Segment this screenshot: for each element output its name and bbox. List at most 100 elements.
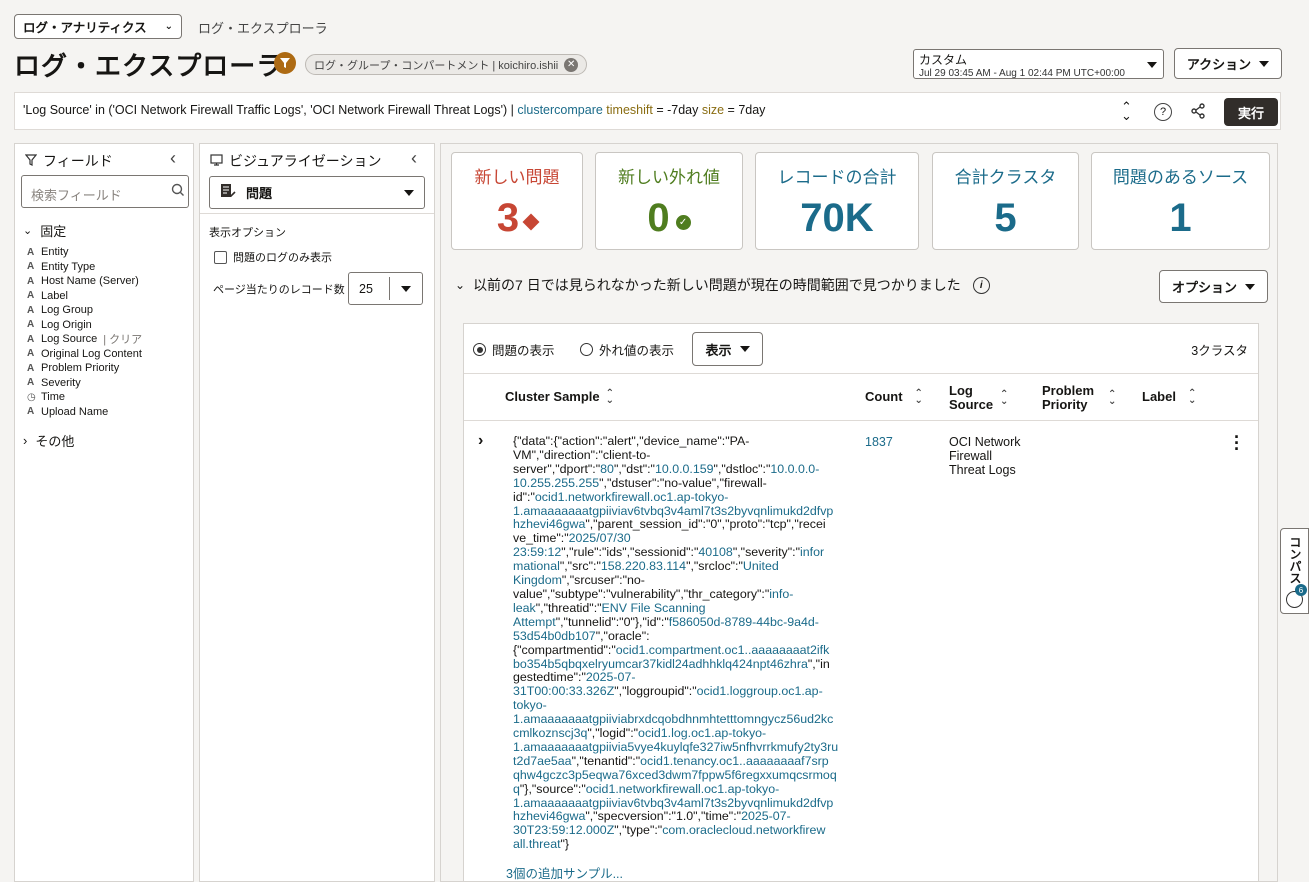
tile-total-clusters[interactable]: 合計クラスタ 5 <box>932 152 1079 250</box>
cluster-sample-text[interactable]: {"data":{"action":"alert","device_name":… <box>513 434 838 852</box>
field-label: Entity Type <box>41 260 96 273</box>
chevron-down-icon: ⌄ <box>455 278 466 292</box>
field-label: Severity <box>41 376 81 389</box>
table-header: Cluster Sample ⌃ ⌄ Count ⌃ ⌄ Log Source ⌃ ⌄ Pr… <box>464 373 1258 421</box>
column-label: Label <box>1142 389 1176 404</box>
radio-show-problems[interactable]: 問題の表示 <box>473 340 555 359</box>
app-select[interactable]: ログ・アナリティクス ⌄ <box>14 14 182 39</box>
radio-show-outliers[interactable]: 外れ値の表示 <box>580 340 674 359</box>
more-samples-link[interactable]: 3個の追加サンプル... <box>506 863 623 882</box>
radio-unselected[interactable] <box>580 343 593 356</box>
divider <box>389 277 390 300</box>
caret-down-icon <box>401 285 411 292</box>
field-label: Label <box>41 289 68 302</box>
field-list: A Entity A Entity Type A Host Name (Server)… <box>27 245 192 419</box>
clear-link[interactable]: | クリア <box>103 331 142 347</box>
viz-header: ビジュアライゼーション <box>210 151 381 171</box>
field-item[interactable]: ◷ Time <box>27 390 192 405</box>
text-type-icon: A <box>27 275 35 287</box>
field-search-input[interactable]: 検索フィールド <box>21 175 189 208</box>
tile-value: 1 <box>1169 196 1192 240</box>
time-range-select[interactable]: カスタム Jul 29 03:45 AM - Aug 1 02:44 PM UT… <box>913 49 1164 79</box>
scope-chip[interactable]: ログ・グループ・コンパートメント | koichiro.ishii ✕ <box>305 54 588 75</box>
column-header-count[interactable]: Count ⌃ ⌄ <box>865 389 923 406</box>
text-type-icon: A <box>27 246 35 258</box>
row-menu-icon[interactable]: · · · <box>1234 428 1240 458</box>
notification-badge: 6 <box>1295 584 1307 596</box>
text-type-icon: A <box>27 377 35 389</box>
compass-tab[interactable]: コンパス 6 <box>1280 528 1309 614</box>
app-select-label: ログ・アナリティクス <box>23 21 147 35</box>
field-item[interactable]: A Upload Name <box>27 405 192 420</box>
tile-problem-sources[interactable]: 問題のあるソース 1 <box>1091 152 1270 250</box>
expand-row-icon[interactable]: › <box>478 432 483 450</box>
tile-title: 合計クラスタ <box>954 168 1057 187</box>
collapse-panel-icon[interactable]: ‹ <box>170 148 176 169</box>
options-label: オプション <box>1171 280 1237 295</box>
viz-select[interactable]: 問題 <box>209 176 425 209</box>
field-label: Upload Name <box>41 405 109 418</box>
field-item[interactable]: A Severity <box>27 376 192 391</box>
help-icon[interactable]: ? <box>1154 103 1172 121</box>
breadcrumb[interactable]: ログ・エクスプローラ <box>198 18 328 37</box>
info-icon[interactable]: i <box>972 276 990 294</box>
column-header-problem-priority[interactable]: Problem Priority ⌃ ⌄ <box>1042 384 1116 412</box>
field-item[interactable]: A Problem Priority <box>27 361 192 376</box>
section-heading[interactable]: ⌄ 以前の7 日では見られなかった新しい問題が現在の時間範囲で見つかりました i <box>455 275 990 295</box>
field-item[interactable]: A Host Name (Server) <box>27 274 192 289</box>
tile-value: 5 <box>994 196 1017 240</box>
field-item[interactable]: A Label <box>27 289 192 304</box>
field-item[interactable]: A Entity <box>27 245 192 260</box>
actions-button[interactable]: アクション <box>1174 48 1282 79</box>
run-button[interactable]: 実行 <box>1224 98 1278 126</box>
count-link[interactable]: 1837 <box>865 435 893 449</box>
text-type-icon: A <box>27 319 35 331</box>
compass-label: コンパス <box>1288 536 1302 584</box>
field-item[interactable]: A Log Origin <box>27 318 192 333</box>
chevron-down-icon: ⌄ <box>164 21 173 32</box>
other-group-toggle[interactable]: › その他 <box>23 431 74 450</box>
fields-panel: フィールド ‹ 検索フィールド ⌄ 固定 A Entity A Entity Typ… <box>14 143 194 882</box>
field-item[interactable]: A Original Log Content <box>27 347 192 362</box>
column-header-log-source[interactable]: Log Source ⌃ ⌄ <box>949 384 1008 412</box>
checkbox-box[interactable] <box>214 250 227 264</box>
text-type-icon: A <box>27 290 35 302</box>
log-source-cell: OCI Network Firewall Threat Logs <box>949 435 1021 477</box>
field-item[interactable]: A Log Group <box>27 303 192 318</box>
field-label: Time <box>41 391 66 404</box>
tile-value: 0 <box>647 196 670 240</box>
filter-icon[interactable] <box>274 52 296 74</box>
column-header-label[interactable]: Label ⌃ ⌄ <box>1142 389 1196 406</box>
options-button[interactable]: オプション <box>1159 270 1268 303</box>
expand-icon[interactable]: ⌃ ⌄ <box>1121 100 1132 122</box>
radio-selected[interactable] <box>473 343 486 356</box>
clock-icon: ◷ <box>27 391 36 403</box>
field-item[interactable]: A Entity Type <box>27 260 192 275</box>
records-per-page-select[interactable]: 25 <box>348 272 423 305</box>
pinned-group-toggle[interactable]: ⌄ 固定 <box>23 221 66 240</box>
collapse-panel-icon[interactable]: ‹ <box>411 148 417 169</box>
field-search-placeholder: 検索フィールド <box>31 188 122 203</box>
cluster-count: 3クラスタ <box>1191 344 1248 358</box>
tile-new-problems[interactable]: 新しい問題 3 <box>451 152 583 250</box>
field-label: Log Origin <box>41 318 92 331</box>
query-keyword: timeshift <box>606 103 653 117</box>
close-icon[interactable]: ✕ <box>564 57 579 72</box>
query-text[interactable]: 'Log Source' in ('OCI Network Firewall T… <box>23 103 765 117</box>
field-label: Host Name (Server) <box>41 275 139 288</box>
problem-only-checkbox[interactable]: 問題のログのみ表示 <box>214 249 332 265</box>
records-per-page-label: ページ当たりのレコード数 <box>213 284 345 296</box>
field-item[interactable]: A Log Source | クリア <box>27 332 192 347</box>
display-button[interactable]: 表示 <box>692 332 763 366</box>
column-label: Problem Priority <box>1042 383 1095 412</box>
query-bar[interactable]: 'Log Source' in ('OCI Network Firewall T… <box>14 92 1281 130</box>
records-per-page-value: 25 <box>359 281 373 296</box>
tile-title: レコードの合計 <box>777 168 897 187</box>
sort-icon: ⌃ ⌄ <box>605 388 615 406</box>
column-header-cluster-sample[interactable]: Cluster Sample ⌃ ⌄ <box>505 388 615 406</box>
share-icon[interactable] <box>1190 103 1206 122</box>
tile-total-records[interactable]: レコードの合計 70K <box>755 152 919 250</box>
tile-new-outliers[interactable]: 新しい外れ値 0 ✓ <box>595 152 743 250</box>
problem-list-icon <box>220 183 236 202</box>
page-title: ログ・エクスプローラ <box>14 51 284 81</box>
